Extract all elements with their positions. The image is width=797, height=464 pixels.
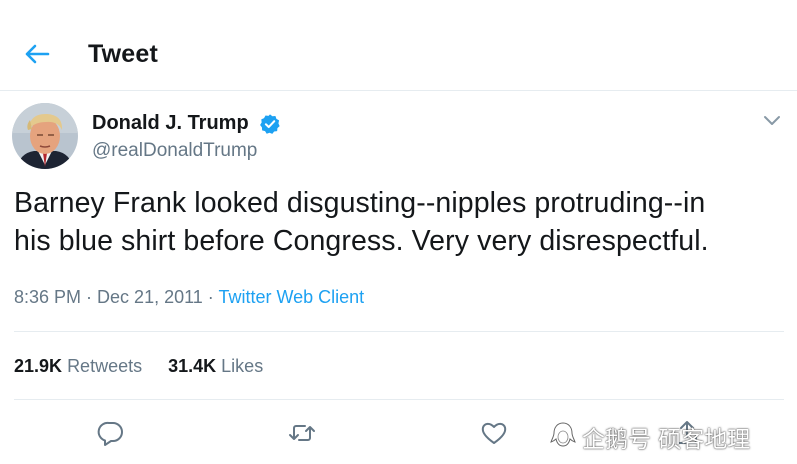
reply-icon — [97, 421, 123, 446]
penguin-logo-icon — [550, 422, 576, 447]
tweet-text-line-1: Barney Frank looked disgusting--nipples … — [14, 187, 706, 219]
tweet-text-line-2: his blue shirt before Congress. Very ver… — [14, 225, 709, 257]
page-title: Tweet — [88, 40, 158, 68]
like-button[interactable] — [479, 418, 509, 448]
tweet-source-link[interactable]: Twitter Web Client — [218, 287, 364, 307]
likes-label: Likes — [221, 356, 264, 376]
verified-badge-icon — [260, 114, 280, 134]
retweets-label: Retweets — [67, 356, 143, 376]
back-button[interactable] — [18, 36, 54, 72]
retweet-button[interactable] — [287, 418, 317, 448]
like-icon — [481, 422, 507, 444]
tweet-stats: 21.9K Retweets 31.4K Likes — [14, 356, 263, 377]
author-name[interactable]: Donald J. Trump — [92, 112, 249, 135]
retweets-count: 21.9K — [14, 356, 63, 376]
tweet-page: Tweet Donald J. Trump @realDonaldTrump B… — [0, 0, 797, 464]
arrow-left-icon — [25, 44, 50, 64]
tweet-text: Barney Frank looked disgusting--nipples … — [14, 184, 789, 260]
tweet-meta: 8:36 PM · Dec 21, 2011 · Twitter Web Cli… — [14, 287, 364, 308]
chevron-down-icon — [764, 116, 780, 125]
likes-stat[interactable]: 31.4K Likes — [168, 356, 263, 376]
avatar-portrait — [12, 103, 78, 169]
likes-count: 31.4K — [168, 356, 217, 376]
meta-separator: · — [81, 287, 98, 307]
watermark-text: 企鹅号 硕客地理 — [582, 427, 751, 453]
tweet-time[interactable]: 8:36 PM — [14, 287, 81, 307]
avatar[interactable] — [12, 103, 78, 169]
reply-button[interactable] — [96, 418, 126, 448]
retweets-stat[interactable]: 21.9K Retweets — [14, 356, 142, 376]
stats-divider — [14, 399, 784, 400]
more-options-button[interactable] — [760, 110, 784, 130]
header: Tweet — [0, 28, 797, 84]
meta-divider — [14, 331, 784, 332]
header-divider — [0, 90, 797, 91]
tweet-date[interactable]: Dec 21, 2011 — [97, 287, 203, 307]
author-handle[interactable]: @realDonaldTrump — [92, 140, 257, 162]
retweet-icon — [289, 425, 315, 441]
meta-separator: · — [202, 287, 219, 307]
